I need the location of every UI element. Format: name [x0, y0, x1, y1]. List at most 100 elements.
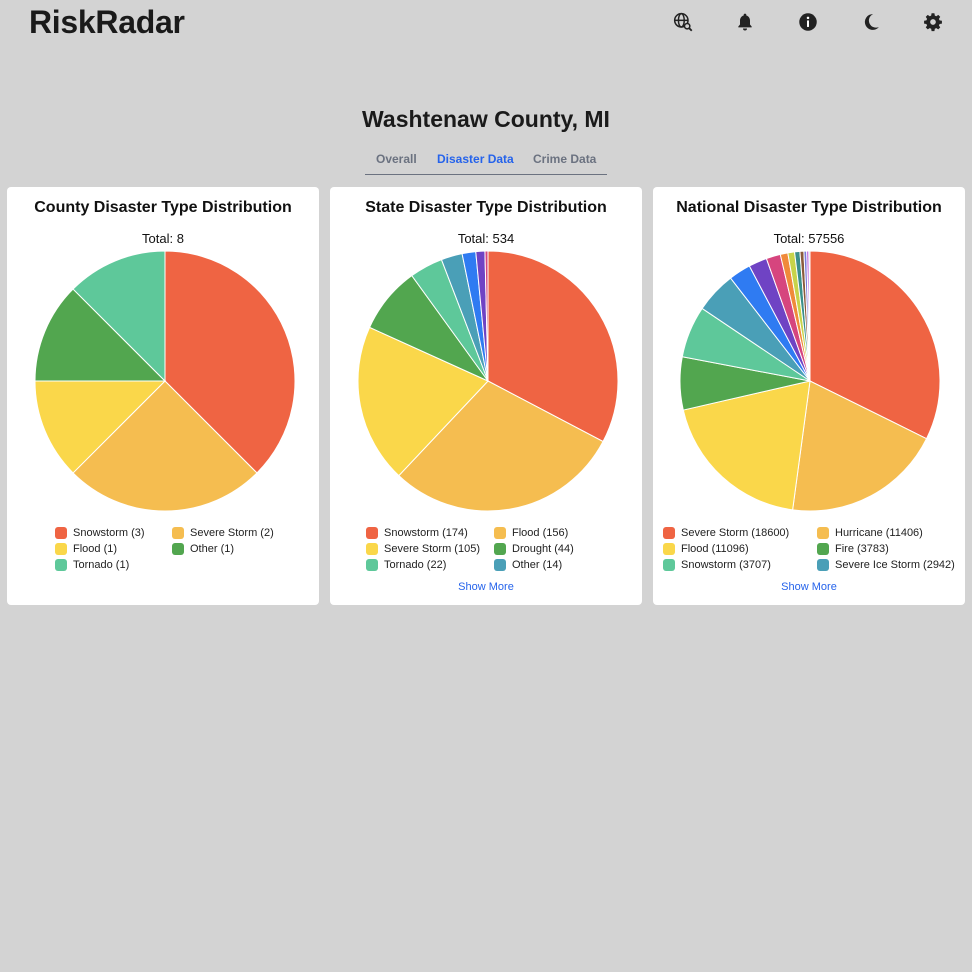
- legend-label: Severe Storm (18600): [681, 527, 790, 539]
- pie-slice[interactable]: [793, 250, 811, 382]
- legend-swatch: [817, 543, 829, 555]
- legend-item[interactable]: Tornado (22): [366, 558, 494, 572]
- chart-legend: Snowstorm (174) Flood (156) Severe Storm…: [366, 526, 574, 572]
- legend-item[interactable]: Drought (44): [494, 542, 574, 556]
- legend-item[interactable]: Snowstorm (174): [366, 526, 494, 540]
- legend-label: Tornado (22): [384, 559, 447, 571]
- globe-search-icon[interactable]: [671, 10, 695, 34]
- tab-overall[interactable]: Overall: [376, 150, 417, 166]
- tab-disaster-data[interactable]: Disaster Data: [437, 150, 514, 166]
- legend-swatch: [494, 559, 506, 571]
- pie-slice[interactable]: [748, 257, 811, 382]
- show-more-link[interactable]: Show More: [330, 581, 642, 593]
- legend-label: Flood (1): [73, 543, 118, 555]
- state-distribution-card: State Disaster Type Distribution Total: …: [330, 187, 642, 605]
- legend-item[interactable]: Flood (156): [494, 526, 574, 540]
- pie-slice-snowstorm[interactable]: [487, 250, 619, 443]
- tab-bar: Overall Disaster Data Crime Data: [365, 150, 607, 175]
- pie-slice-flood[interactable]: [682, 380, 811, 511]
- legend-item[interactable]: Severe Storm (2): [172, 526, 274, 540]
- moon-icon[interactable]: [859, 10, 883, 34]
- legend-label: Severe Storm (2): [190, 527, 274, 539]
- total-label: Total: 8: [142, 231, 184, 246]
- pie-slice-flood[interactable]: [398, 380, 604, 512]
- legend-swatch: [366, 543, 378, 555]
- pie-slice-fire[interactable]: [679, 356, 811, 411]
- legend-item[interactable]: Flood (11096): [663, 542, 817, 556]
- chart-legend: Severe Storm (18600) Hurricane (11406) F…: [663, 526, 955, 572]
- pie-slice-severe-storm[interactable]: [357, 326, 489, 477]
- pie-slice-severe-ice-storm[interactable]: [701, 277, 811, 382]
- legend-label: Severe Ice Storm (2942): [835, 559, 955, 571]
- pie-slice-snowstorm[interactable]: [164, 250, 296, 474]
- card-title: County Disaster Type Distribution: [34, 199, 292, 216]
- legend-item[interactable]: Tornado (1): [55, 558, 172, 572]
- legend-swatch: [55, 543, 67, 555]
- legend-item[interactable]: Snowstorm (3): [55, 526, 172, 540]
- legend-swatch: [817, 559, 829, 571]
- legend-item[interactable]: Fire (3783): [817, 542, 955, 556]
- page-title: Washtenaw County, MI: [362, 106, 610, 132]
- total-label: Total: 57556: [773, 231, 845, 246]
- legend-swatch: [663, 527, 675, 539]
- legend-swatch: [817, 527, 829, 539]
- pie-slice-severe-storm[interactable]: [72, 380, 258, 512]
- pie-slice[interactable]: [475, 250, 489, 382]
- legend-label: Other (1): [190, 543, 235, 555]
- legend-item[interactable]: Severe Storm (105): [366, 542, 494, 556]
- total-label: Total: 534: [457, 231, 515, 246]
- pie-slice[interactable]: [765, 253, 811, 382]
- card-title: National Disaster Type Distribution: [676, 199, 942, 216]
- pie-slice[interactable]: [461, 251, 489, 382]
- pie-slice-hurricane[interactable]: [792, 380, 928, 512]
- legend-label: Tornado (1): [73, 559, 130, 571]
- pie-slice-other[interactable]: [440, 253, 489, 382]
- pie-slice[interactable]: [799, 250, 811, 382]
- show-more-link[interactable]: Show More: [653, 581, 965, 593]
- legend-swatch: [172, 527, 184, 539]
- pie-slice[interactable]: [729, 265, 811, 382]
- legend-label: Snowstorm (174): [384, 527, 468, 539]
- legend-label: Flood (156): [512, 527, 569, 539]
- legend-label: Drought (44): [512, 543, 574, 555]
- legend-label: Fire (3783): [835, 543, 889, 555]
- pie-slice[interactable]: [808, 250, 811, 382]
- legend-swatch: [55, 527, 67, 539]
- gear-icon[interactable]: [921, 10, 945, 34]
- pie-slice[interactable]: [787, 251, 811, 382]
- legend-swatch: [55, 559, 67, 571]
- legend-label: Snowstorm (3): [73, 527, 145, 539]
- pie-slice-other[interactable]: [34, 288, 167, 382]
- pie-slice[interactable]: [484, 250, 489, 382]
- pie-slice-tornado[interactable]: [411, 258, 489, 382]
- pie-slice[interactable]: [803, 250, 811, 382]
- legend-item[interactable]: Flood (1): [55, 542, 172, 556]
- legend-swatch: [172, 543, 184, 555]
- legend-item[interactable]: Snowstorm (3707): [663, 558, 817, 572]
- app-logo[interactable]: RiskRadar: [29, 4, 185, 41]
- legend-label: Flood (11096): [681, 543, 749, 555]
- pie-slice-drought[interactable]: [368, 274, 490, 383]
- legend-swatch: [663, 559, 675, 571]
- pie-slice[interactable]: [806, 250, 811, 382]
- info-icon[interactable]: [796, 10, 820, 34]
- legend-item[interactable]: Other (14): [494, 558, 574, 572]
- tab-crime-data[interactable]: Crime Data: [533, 150, 596, 166]
- pie-slice-flood[interactable]: [34, 380, 167, 474]
- bell-icon[interactable]: [733, 10, 757, 34]
- pie-slice-snowstorm[interactable]: [681, 307, 811, 382]
- legend-swatch: [366, 527, 378, 539]
- pie-slice[interactable]: [779, 252, 811, 382]
- card-title: State Disaster Type Distribution: [365, 199, 607, 216]
- legend-item[interactable]: Hurricane (11406): [817, 526, 955, 540]
- national-distribution-card: National Disaster Type Distribution Tota…: [653, 187, 965, 605]
- chart-legend: Snowstorm (3) Severe Storm (2) Flood (1)…: [55, 526, 274, 572]
- legend-item[interactable]: Severe Ice Storm (2942): [817, 558, 955, 572]
- legend-item[interactable]: Other (1): [172, 542, 274, 556]
- legend-label: Other (14): [512, 559, 563, 571]
- legend-label: Hurricane (11406): [835, 527, 923, 539]
- legend-label: Severe Storm (105): [384, 543, 480, 555]
- pie-slice-severe-storm[interactable]: [809, 250, 941, 440]
- pie-slice-tornado[interactable]: [72, 250, 166, 383]
- legend-item[interactable]: Severe Storm (18600): [663, 526, 817, 540]
